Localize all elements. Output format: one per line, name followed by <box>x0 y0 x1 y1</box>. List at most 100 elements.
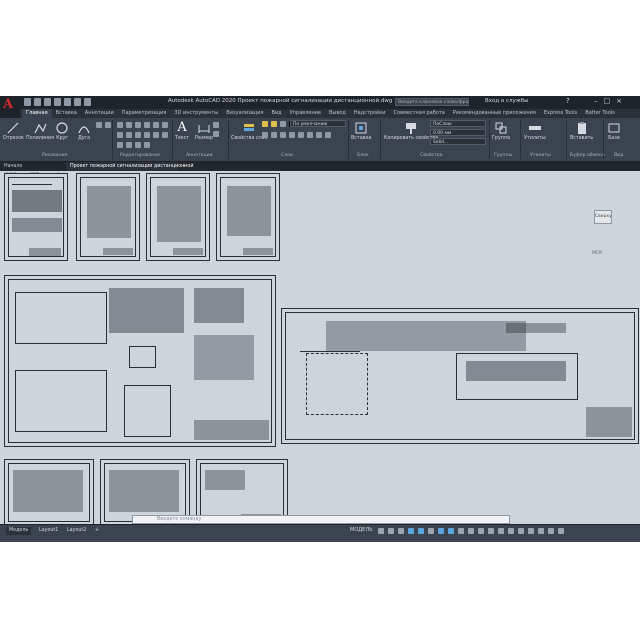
add-layout-icon[interactable]: + <box>92 527 102 535</box>
tab-featured-apps[interactable]: Рекомендованные приложения <box>449 109 540 118</box>
layer-dropdown[interactable]: По умолчанию <box>290 120 346 127</box>
tab-drawing[interactable]: Проект пожарной сигнализации дистанционн… <box>66 162 193 171</box>
annotation-visibility-icon[interactable] <box>488 528 494 534</box>
tab-collaborate[interactable]: Совместная работа <box>390 109 449 118</box>
redo-icon[interactable] <box>84 98 91 106</box>
arc-button[interactable]: Дуга <box>77 121 91 141</box>
command-input[interactable]: Введите команду <box>157 517 201 522</box>
minimize-icon[interactable]: – <box>594 97 598 105</box>
copy-icon[interactable] <box>117 132 123 138</box>
layer-tool-2-icon[interactable] <box>271 132 277 138</box>
pencil-icon[interactable] <box>162 122 168 128</box>
scale-icon[interactable] <box>162 132 168 138</box>
tab-view[interactable]: Вид <box>267 109 285 118</box>
isolate-objects-icon[interactable] <box>528 528 534 534</box>
workspace-gear-icon[interactable] <box>498 528 504 534</box>
wcs-label[interactable]: МСК <box>592 251 602 256</box>
grid-icon[interactable] <box>378 528 384 534</box>
plot-icon[interactable] <box>64 98 71 106</box>
sheet-text-3[interactable] <box>216 173 280 261</box>
explode-icon[interactable] <box>153 122 159 128</box>
erase-icon[interactable] <box>144 122 150 128</box>
autocad-logo[interactable]: A <box>0 96 20 118</box>
lock-icon[interactable] <box>280 121 286 127</box>
save-as-icon[interactable] <box>54 98 61 106</box>
dimension-button[interactable]: Размер <box>195 121 213 141</box>
tab-home[interactable]: Главная <box>22 109 52 118</box>
tab-layout1[interactable]: Layout1 <box>36 527 61 535</box>
scale2-icon[interactable] <box>126 142 132 148</box>
command-line[interactable]: Введите команду <box>132 515 510 524</box>
tab-model[interactable]: Модель <box>6 527 32 535</box>
tab-annotate[interactable]: Аннотации <box>81 109 118 118</box>
insert-block-button[interactable]: Вставка <box>351 121 371 141</box>
array-icon[interactable] <box>153 132 159 138</box>
utilities-button[interactable]: Утилиты <box>524 121 546 141</box>
group-button[interactable]: Группа <box>492 121 510 141</box>
sheet-floor-plan[interactable] <box>4 275 276 447</box>
tab-batter-tools[interactable]: Batter Tools <box>581 109 618 118</box>
array2-icon[interactable] <box>135 142 141 148</box>
layer-tool-4-icon[interactable] <box>289 132 295 138</box>
ortho-icon[interactable] <box>398 528 404 534</box>
tab-express-tools[interactable]: Express Tools <box>540 109 581 118</box>
tab-start[interactable]: Начало <box>0 162 64 171</box>
view-cube[interactable]: Сверху <box>587 203 617 233</box>
view-cube-face[interactable]: Сверху <box>594 210 612 224</box>
maximize-icon[interactable]: □ <box>604 97 611 105</box>
rectangle-icon[interactable] <box>96 122 102 128</box>
clean-screen-icon[interactable] <box>548 528 554 534</box>
paste-button[interactable]: Вставить <box>570 121 593 141</box>
bulb-icon[interactable] <box>262 121 268 127</box>
selection-cycling-icon[interactable] <box>468 528 474 534</box>
snap-icon[interactable] <box>388 528 394 534</box>
new-file-icon[interactable] <box>24 98 31 106</box>
sheet-title[interactable] <box>4 173 68 261</box>
move-icon[interactable] <box>117 122 123 128</box>
tab-manage[interactable]: Управление <box>286 109 325 118</box>
tab-addins[interactable]: Надстройки <box>350 109 390 118</box>
sheet-spec-1[interactable] <box>4 459 94 524</box>
base-button[interactable]: База <box>607 121 621 141</box>
polyline-button[interactable]: Полилиния <box>26 121 54 141</box>
table-icon[interactable] <box>213 131 219 137</box>
sheet-text-2[interactable] <box>146 173 210 261</box>
hatch-icon[interactable] <box>105 122 111 128</box>
sun-icon[interactable] <box>271 121 277 127</box>
annotation-scale-icon[interactable] <box>478 528 484 534</box>
tab-output[interactable]: Вывод <box>325 109 350 118</box>
hardware-acceleration-icon[interactable] <box>538 528 544 534</box>
layer-tool-1-icon[interactable] <box>262 132 268 138</box>
mirror-icon[interactable] <box>126 132 132 138</box>
text-button[interactable]: A Текст <box>175 120 189 141</box>
help-icon[interactable]: ? <box>566 97 570 105</box>
save-icon[interactable] <box>44 98 51 106</box>
drawing-canvas[interactable]: [-][Сверху][2D-каркас] <box>0 171 640 524</box>
tab-parametric[interactable]: Параметризация <box>118 109 171 118</box>
units-icon[interactable] <box>508 528 514 534</box>
tab-3d-tools[interactable]: 3D инструменты <box>170 109 222 118</box>
join-icon[interactable] <box>144 142 150 148</box>
stretch-icon[interactable] <box>117 142 123 148</box>
linetype-dropdown[interactable]: Solid... <box>430 138 486 145</box>
layer-tool-6-icon[interactable] <box>307 132 313 138</box>
line-button[interactable]: Отрезок <box>3 121 24 141</box>
rotate-icon[interactable] <box>126 122 132 128</box>
osnap-icon[interactable] <box>428 528 434 534</box>
circle-button[interactable]: Круг <box>55 121 69 141</box>
transparency-icon[interactable] <box>458 528 464 534</box>
layer-tool-3-icon[interactable] <box>280 132 286 138</box>
customization-menu-icon[interactable] <box>558 528 564 534</box>
tab-layout2[interactable]: Layout2 <box>64 527 89 535</box>
search-input[interactable]: Введите ключевое слово/фразу <box>395 98 469 106</box>
new-tab-plus-icon[interactable]: + <box>178 162 188 171</box>
model-space-toggle[interactable]: МОДЕЛЬ <box>350 527 373 533</box>
sheet-text-1[interactable] <box>76 173 140 261</box>
layer-tool-8-icon[interactable] <box>325 132 331 138</box>
fillet-icon[interactable] <box>135 132 141 138</box>
offset-icon[interactable] <box>144 132 150 138</box>
trim-icon[interactable] <box>135 122 141 128</box>
lineweight-icon[interactable] <box>448 528 454 534</box>
tab-insert[interactable]: Вставка <box>52 109 81 118</box>
sheet-wiring-diagram[interactable] <box>281 308 639 444</box>
